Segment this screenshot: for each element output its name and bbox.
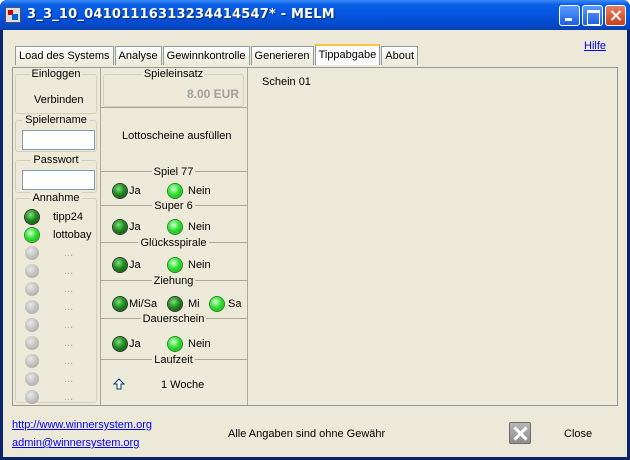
client-area: Load des Systems Analyse Gewinnkontrolle… bbox=[3, 30, 627, 457]
title-bar[interactable]: 3_3_10_04101116313234414547* - MELM bbox=[0, 0, 630, 30]
gluecksspirale-nein-label: Nein bbox=[188, 259, 211, 271]
acceptance-status-icon bbox=[25, 228, 39, 242]
close-window-button[interactable] bbox=[605, 5, 626, 26]
dauerschein-label: Dauerschein bbox=[140, 313, 207, 325]
acceptance-status-icon bbox=[25, 336, 39, 350]
acceptance-status-icon bbox=[25, 372, 39, 386]
password-group: Passwort bbox=[15, 154, 97, 193]
super6-ja-label: Ja bbox=[129, 221, 141, 233]
gluecksspirale-group: Glücksspirale Ja Nein bbox=[103, 237, 244, 277]
login-group-label: Einloggen bbox=[29, 68, 83, 80]
spiel77-nein-radio[interactable] bbox=[168, 184, 182, 198]
password-label: Passwort bbox=[31, 154, 81, 166]
gluecksspirale-ja-label: Ja bbox=[129, 259, 141, 271]
spiel77-ja-label: Ja bbox=[129, 185, 141, 197]
website-link[interactable]: http://www.winnersystem.org bbox=[12, 419, 152, 431]
login-column: Einloggen Verbinden Spielername Passwort… bbox=[13, 68, 101, 405]
acceptance-group: Annahme tipp24 lottobay..................… bbox=[15, 192, 97, 404]
tab-generieren[interactable]: Generieren bbox=[250, 46, 314, 65]
password-input[interactable] bbox=[22, 170, 95, 190]
acceptance-item-label: ... bbox=[64, 337, 74, 349]
stake-group: Spieleinsatz 8.00 EUR bbox=[103, 68, 244, 107]
acceptance-status-icon bbox=[25, 246, 39, 260]
up-arrow-icon[interactable] bbox=[113, 378, 125, 390]
stake-label: Spieleinsatz bbox=[141, 68, 206, 80]
acceptance-status-icon bbox=[25, 318, 39, 332]
tab-strip: Load des Systems Analyse Gewinnkontrolle… bbox=[15, 44, 419, 65]
acceptance-status-icon bbox=[25, 210, 39, 224]
divider bbox=[101, 107, 248, 108]
stake-value: 8.00 EUR bbox=[186, 87, 239, 101]
acceptance-status-icon bbox=[25, 354, 39, 368]
username-label: Spielername bbox=[23, 114, 89, 126]
ticket-area: Schein 01 bbox=[248, 68, 617, 405]
super6-label: Super 6 bbox=[152, 200, 195, 212]
laufzeit-group: Laufzeit 1 Woche bbox=[103, 354, 244, 402]
gluecksspirale-label: Glücksspirale bbox=[138, 237, 209, 249]
dauerschein-group: Dauerschein Ja Nein bbox=[103, 313, 244, 357]
laufzeit-label: Laufzeit bbox=[152, 354, 195, 366]
ziehung-mi-sa-label: Mi/Sa bbox=[129, 298, 158, 310]
ziehung-mi-sa-radio[interactable] bbox=[113, 297, 127, 311]
acceptance-status-icon bbox=[25, 300, 39, 314]
acceptance-status-icon bbox=[25, 390, 39, 404]
dauerschein-ja-radio[interactable] bbox=[113, 337, 127, 351]
super6-ja-radio[interactable] bbox=[113, 220, 127, 234]
login-group: Einloggen Verbinden bbox=[15, 68, 97, 114]
acceptance-item-label: lottobay bbox=[53, 229, 92, 241]
tab-tippabgabe[interactable]: Tippabgabe bbox=[314, 44, 381, 65]
super6-nein-label: Nein bbox=[188, 221, 211, 233]
tippabgabe-panel: Einloggen Verbinden Spielername Passwort… bbox=[12, 67, 618, 406]
ticket-title: Schein 01 bbox=[262, 76, 311, 88]
username-input[interactable] bbox=[22, 130, 95, 150]
ziehung-mi-label: Mi bbox=[188, 298, 200, 310]
acceptance-item-label: ... bbox=[64, 319, 74, 331]
spiel77-nein-label: Nein bbox=[188, 185, 211, 197]
tab-load-des-systems[interactable]: Load des Systems bbox=[15, 46, 114, 65]
connect-button[interactable]: Verbinden bbox=[34, 94, 84, 106]
dauerschein-ja-label: Ja bbox=[129, 338, 141, 350]
close-button[interactable]: Close bbox=[564, 428, 592, 440]
spiel77-label: Spiel 77 bbox=[151, 166, 196, 178]
dauerschein-nein-label: Nein bbox=[188, 338, 211, 350]
spiel77-ja-radio[interactable] bbox=[113, 184, 127, 198]
acceptance-item-label: ... bbox=[64, 283, 74, 295]
maximize-button[interactable] bbox=[582, 5, 603, 26]
acceptance-item-label: ... bbox=[64, 355, 74, 367]
ziehung-sa-radio[interactable] bbox=[210, 297, 224, 311]
minimize-button[interactable] bbox=[559, 5, 580, 26]
window-title: 3_3_10_04101116313234414547* - MELM bbox=[27, 7, 335, 22]
tab-about[interactable]: About bbox=[381, 46, 419, 65]
super6-nein-radio[interactable] bbox=[168, 220, 182, 234]
gluecksspirale-nein-radio[interactable] bbox=[168, 258, 182, 272]
close-icon[interactable] bbox=[509, 422, 531, 444]
app-window: 3_3_10_04101116313234414547* - MELM Load… bbox=[0, 0, 630, 460]
dauerschein-nein-radio[interactable] bbox=[168, 337, 182, 351]
fill-tickets-button[interactable]: Lottoscheine ausfüllen bbox=[122, 130, 231, 142]
super6-group: Super 6 Ja Nein bbox=[103, 200, 244, 240]
tab-gewinnkontrolle[interactable]: Gewinnkontrolle bbox=[162, 46, 250, 65]
gluecksspirale-ja-radio[interactable] bbox=[113, 258, 127, 272]
ziehung-sa-label: Sa bbox=[228, 298, 242, 310]
acceptance-item-label: tipp24 bbox=[53, 211, 83, 223]
ziehung-mi-radio[interactable] bbox=[168, 297, 182, 311]
app-icon[interactable] bbox=[5, 7, 21, 23]
username-group: Spielername bbox=[15, 114, 97, 152]
options-column: Spieleinsatz 8.00 EUR Lottoscheine ausfü… bbox=[101, 68, 248, 405]
acceptance-item-label: ... bbox=[64, 301, 74, 313]
acceptance-item-label: ... bbox=[64, 247, 74, 259]
acceptance-item-label: ... bbox=[64, 391, 74, 403]
help-link[interactable]: Hilfe bbox=[584, 40, 606, 52]
laufzeit-value: 1 Woche bbox=[161, 379, 205, 391]
acceptance-status-icon bbox=[25, 282, 39, 296]
acceptance-item-label: ... bbox=[64, 373, 74, 385]
disclaimer-text: Alle Angaben sind ohne Gewähr bbox=[228, 428, 386, 440]
acceptance-group-label: Annahme bbox=[30, 192, 82, 204]
acceptance-item-label: ... bbox=[64, 265, 74, 277]
ziehung-label: Ziehung bbox=[151, 275, 196, 287]
acceptance-status-icon bbox=[25, 264, 39, 278]
tab-analyse[interactable]: Analyse bbox=[114, 46, 162, 65]
email-link[interactable]: admin@winnersystem.org bbox=[12, 437, 139, 449]
